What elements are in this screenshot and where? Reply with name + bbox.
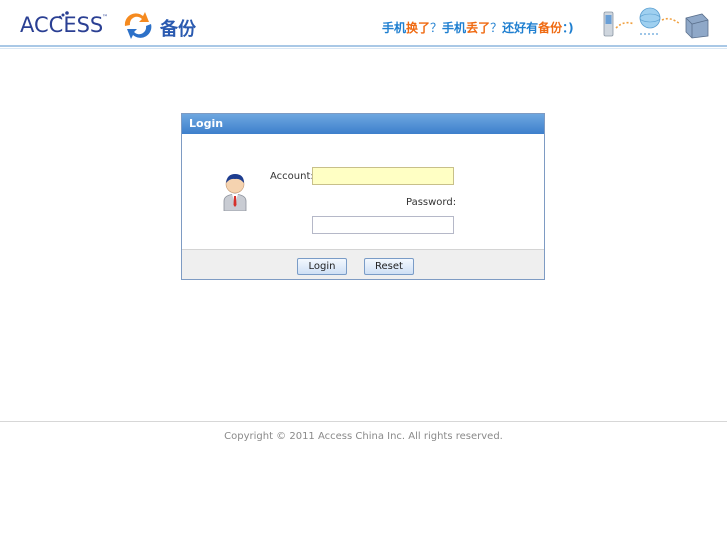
trademark: ™ — [102, 14, 108, 21]
copyright-text: Copyright © 2011 Access China Inc. All r… — [224, 431, 503, 442]
account-input[interactable] — [312, 167, 454, 185]
access-logo: ACCESS — [20, 13, 104, 37]
password-input[interactable] — [312, 216, 454, 234]
reset-button[interactable]: Reset — [364, 258, 414, 275]
login-button-bar: Login Reset — [182, 249, 544, 279]
slogan-part: ：) — [562, 21, 574, 35]
user-avatar-icon — [223, 174, 247, 211]
login-panel-title: Login — [182, 114, 544, 134]
slogan: 手机换了？手机丢了？还好有备份：) — [382, 19, 574, 36]
login-form-body: Account: Password: — [182, 134, 544, 249]
login-button[interactable]: Login — [297, 258, 347, 275]
backup-title: 备份 — [160, 19, 196, 40]
slogan-part: ？ — [430, 21, 443, 35]
slogan-part: 手机 — [382, 21, 407, 35]
phone-to-cloud-to-box-icon — [603, 7, 709, 39]
header: ACCESS ™ 备份 手机换了？手机丢了？还好有备份：) — [0, 0, 727, 46]
account-label: Account: — [270, 171, 314, 182]
footer-divider — [0, 421, 727, 422]
header-divider-light — [0, 48, 727, 49]
slogan-part: ？ — [490, 21, 503, 35]
password-label: Password: — [406, 197, 457, 208]
header-divider — [0, 45, 727, 47]
slogan-part: 备份 — [538, 21, 563, 35]
slogan-part: 换了 — [406, 21, 431, 35]
login-panel: Login Account: Password: Login Reset — [181, 113, 545, 280]
slogan-part: 丢了 — [466, 21, 491, 35]
slogan-part: 还好有 — [502, 21, 539, 35]
slogan-part: 手机 — [442, 21, 467, 35]
backup-sync-icon — [124, 12, 152, 39]
